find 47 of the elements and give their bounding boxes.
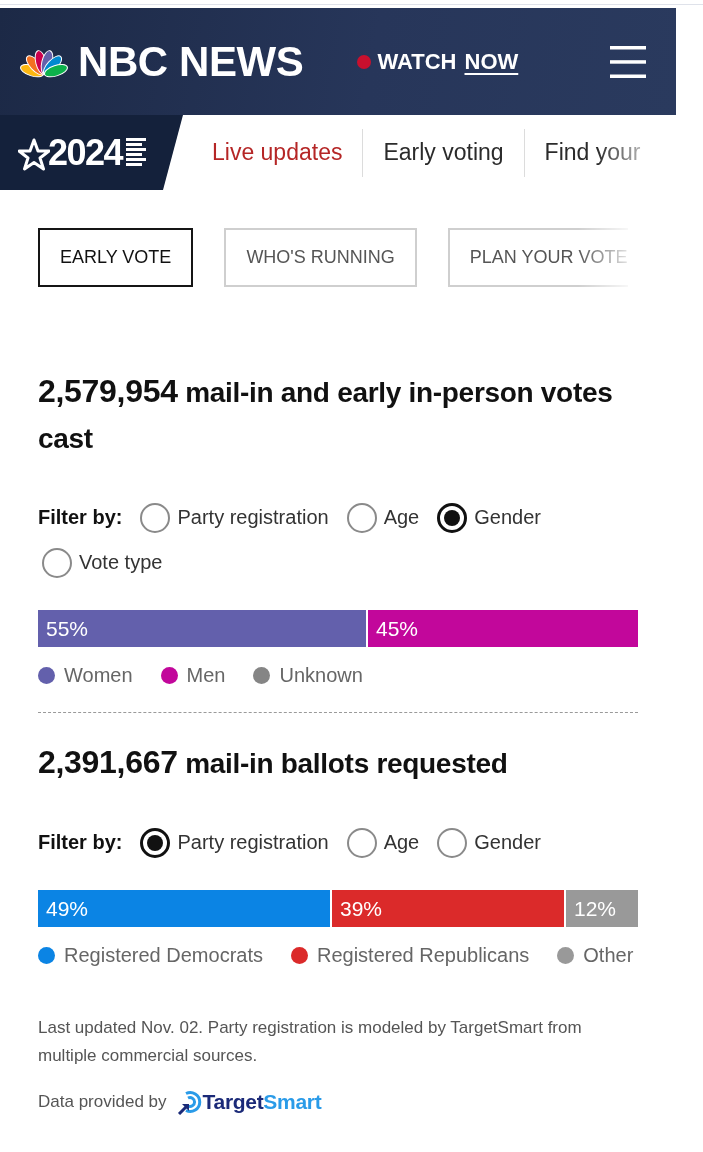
- credit-label: Data provided by: [38, 1092, 167, 1112]
- share-bar-segment: 55%: [38, 610, 368, 647]
- section-heading: 2,391,667 mail-in ballots requested: [38, 743, 509, 782]
- tab[interactable]: EARLY VOTE: [38, 228, 194, 287]
- radio-button[interactable]: [346, 827, 377, 858]
- election-badge[interactable]: 2024: [0, 115, 183, 190]
- radio-label[interactable]: Age: [383, 506, 420, 529]
- share-bar-segment: 12%: [566, 890, 638, 927]
- menu-icon: [610, 45, 646, 78]
- stripes-icon: [126, 137, 147, 168]
- radio-button[interactable]: [437, 502, 468, 533]
- radio-label[interactable]: Party registration: [177, 506, 329, 529]
- filter-label: Filter by:: [38, 831, 123, 854]
- share-bar-segment: 45%: [368, 610, 638, 647]
- radio-button[interactable]: [42, 547, 72, 578]
- legend-label: Other: [583, 943, 634, 967]
- section-heading: 2,579,954 mail-in and early in-person votes cast: [38, 372, 614, 456]
- radio-button[interactable]: [140, 827, 171, 858]
- live-dot-icon: [357, 54, 372, 69]
- radio-button[interactable]: [140, 502, 171, 533]
- legend-label: Men: [186, 663, 226, 687]
- radio-label[interactable]: Age: [383, 831, 420, 854]
- legend-label: Registered Democrats: [64, 943, 263, 967]
- radio-label[interactable]: Gender: [474, 831, 541, 854]
- legend-label: Unknown: [279, 663, 363, 687]
- year-label: 2024: [48, 134, 123, 171]
- targetsmart-wordmark: TargetSmart: [202, 1090, 322, 1114]
- watch-now-button[interactable]: WATCH NOW: [357, 48, 519, 75]
- radio-label[interactable]: Party registration: [177, 831, 329, 854]
- filter-label: Filter by:: [38, 506, 123, 529]
- legend-label: Women: [64, 663, 133, 687]
- share-bar-segment: 49%: [38, 890, 332, 927]
- tab[interactable]: PLAN YOUR VOTE: [447, 228, 628, 287]
- brand-logo-text[interactable]: NBC NEWS: [78, 40, 304, 83]
- tab[interactable]: WHO'S RUNNING: [224, 228, 417, 287]
- radio-label[interactable]: Vote type: [79, 551, 163, 574]
- radio-button[interactable]: [437, 827, 468, 858]
- target-arrow-icon: [176, 1089, 203, 1115]
- menu-button[interactable]: [610, 45, 646, 78]
- radio-label[interactable]: Gender: [474, 506, 541, 529]
- nav-link[interactable]: Early voting: [383, 139, 504, 166]
- legend-label: Registered Republicans: [316, 943, 530, 967]
- footnote-text: Last updated Nov. 02. Party registration is modeled by TargetSmart from multiple commercial sources.: [38, 1017, 583, 1067]
- nav-link[interactable]: Live updates: [212, 139, 343, 166]
- radio-button[interactable]: [346, 502, 377, 533]
- nav-link[interactable]: Find your: [544, 139, 641, 166]
- share-bar-segment: 39%: [332, 890, 566, 927]
